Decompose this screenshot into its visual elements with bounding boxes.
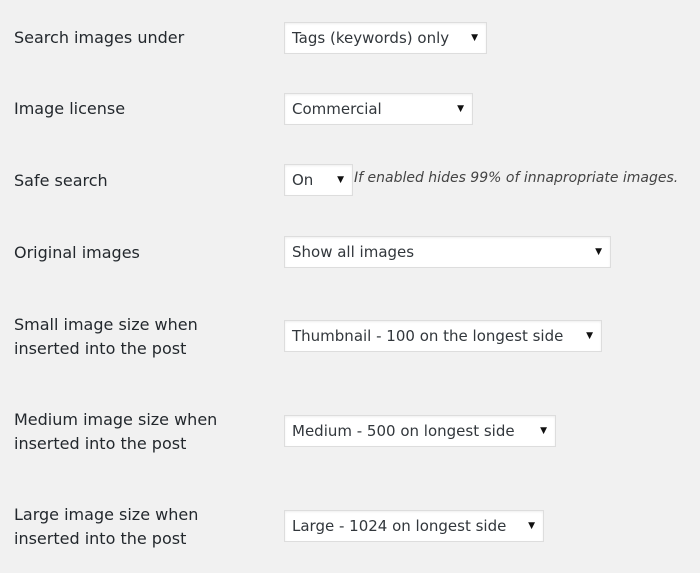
- image-license-value: Commercial: [292, 100, 382, 118]
- original-images-select[interactable]: Show all images ▼: [284, 236, 611, 268]
- large-size-select[interactable]: Large - 1024 on longest side ▼: [284, 510, 544, 542]
- search-under-select[interactable]: Tags (keywords) only ▼: [284, 22, 487, 54]
- caret-down-icon: ▼: [595, 247, 602, 257]
- safe-search-value: On: [292, 171, 314, 189]
- large-size-value: Large - 1024 on longest side: [292, 517, 507, 535]
- image-license-label: Image license: [14, 99, 126, 118]
- search-under-value: Tags (keywords) only: [292, 29, 450, 47]
- search-under-label: Search images under: [14, 28, 185, 47]
- small-size-value: Thumbnail - 100 on the longest side: [292, 327, 564, 345]
- large-size-label-line2: inserted into the post: [14, 529, 187, 548]
- caret-down-icon: ▼: [337, 175, 344, 185]
- medium-size-label-line1: Medium image size when: [14, 410, 218, 429]
- image-license-select[interactable]: Commercial ▼: [284, 93, 473, 125]
- small-size-label-line1: Small image size when: [14, 315, 198, 334]
- safe-search-label: Safe search: [14, 171, 108, 190]
- caret-down-icon: ▼: [457, 104, 464, 114]
- safe-search-hint: If enabled hides 99% of innapropriate im…: [354, 170, 679, 186]
- medium-size-select[interactable]: Medium - 500 on longest side ▼: [284, 415, 556, 447]
- medium-size-value: Medium - 500 on longest side: [292, 422, 515, 440]
- large-size-label-line1: Large image size when: [14, 505, 199, 524]
- original-images-label: Original images: [14, 243, 140, 262]
- caret-down-icon: ▼: [540, 426, 547, 436]
- caret-down-icon: ▼: [586, 331, 593, 341]
- caret-down-icon: ▼: [471, 33, 478, 43]
- small-size-select[interactable]: Thumbnail - 100 on the longest side ▼: [284, 320, 602, 352]
- small-size-label-line2: inserted into the post: [14, 339, 187, 358]
- medium-size-label-line2: inserted into the post: [14, 434, 187, 453]
- caret-down-icon: ▼: [528, 521, 535, 531]
- safe-search-select[interactable]: On ▼: [284, 164, 353, 196]
- original-images-value: Show all images: [292, 243, 415, 261]
